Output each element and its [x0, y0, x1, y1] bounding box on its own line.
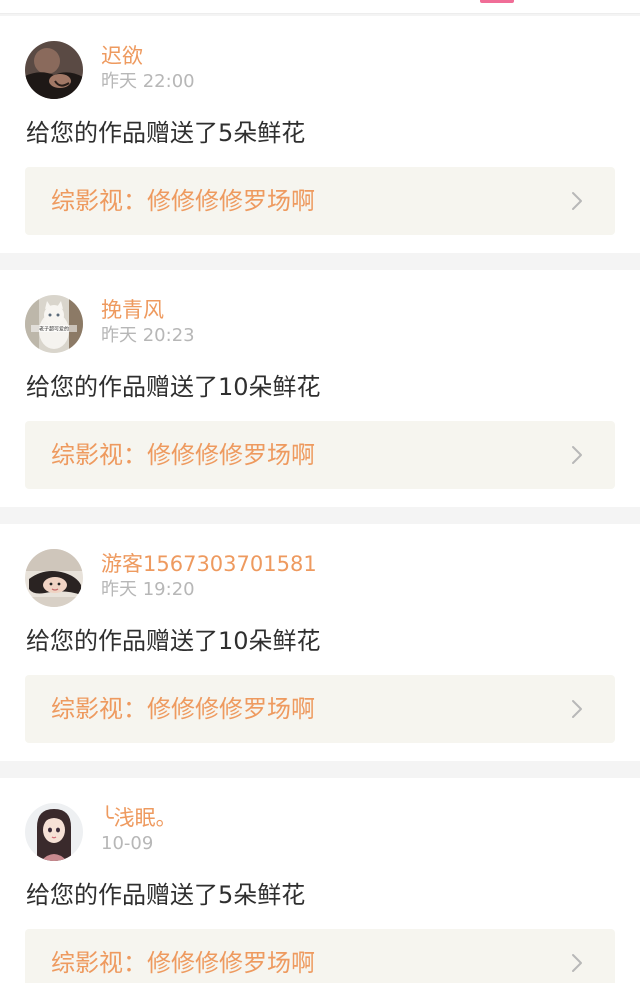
avatar-caption: 老子超可爱的	[39, 326, 69, 333]
work-title: 综影视：修修修修罗场啊	[51, 949, 315, 977]
notification-item: ╰浅眠。 10-09 给您的作品赠送了5朵鲜花 综影视：修修修修罗场啊	[0, 778, 640, 983]
work-title: 综影视：修修修修罗场啊	[51, 695, 315, 723]
avatar-girl-photo-icon	[25, 549, 83, 607]
chevron-right-icon	[567, 191, 587, 211]
avatar[interactable]: 老子超可爱的	[25, 295, 83, 353]
notification-page: 迟欲 昨天 22:00 给您的作品赠送了5朵鲜花 综影视：修修修修罗场啊 老子超…	[0, 0, 640, 983]
work-link-button[interactable]: 综影视：修修修修罗场啊	[25, 675, 615, 743]
notification-item: 游客1567303701581 昨天 19:20 给您的作品赠送了10朵鲜花 综…	[0, 524, 640, 761]
notification-item: 老子超可爱的 挽青风 昨天 20:23 给您的作品赠送了10朵鲜花 综影视：修修…	[0, 270, 640, 507]
gift-message: 给您的作品赠送了5朵鲜花	[26, 119, 306, 147]
username[interactable]: 挽青风	[101, 297, 164, 323]
active-tab-indicator	[480, 0, 514, 3]
avatar-anime-girl-icon	[25, 803, 83, 861]
work-link-button[interactable]: 综影视：修修修修罗场啊	[25, 929, 615, 983]
username[interactable]: 游客1567303701581	[101, 551, 317, 577]
timestamp: 昨天 20:23	[101, 325, 195, 346]
timestamp: 昨天 22:00	[101, 71, 195, 92]
avatar[interactable]	[25, 549, 83, 607]
gift-notification-list: 迟欲 昨天 22:00 给您的作品赠送了5朵鲜花 综影视：修修修修罗场啊 老子超…	[0, 16, 640, 983]
avatar[interactable]	[25, 41, 83, 99]
work-link-button[interactable]: 综影视：修修修修罗场啊	[25, 167, 615, 235]
work-link-button[interactable]: 综影视：修修修修罗场啊	[25, 421, 615, 489]
username[interactable]: 迟欲	[101, 43, 143, 69]
avatar-white-cat-icon: 老子超可爱的	[25, 295, 83, 353]
username[interactable]: ╰浅眠。	[101, 805, 177, 831]
avatar-dark-portrait-icon	[25, 41, 83, 99]
timestamp: 10-09	[101, 833, 154, 854]
gift-message: 给您的作品赠送了10朵鲜花	[26, 627, 321, 655]
avatar[interactable]	[25, 803, 83, 861]
chevron-right-icon	[567, 699, 587, 719]
work-title: 综影视：修修修修罗场啊	[51, 187, 315, 215]
top-tab-bar	[0, 0, 640, 14]
chevron-right-icon	[567, 445, 587, 465]
gift-message: 给您的作品赠送了5朵鲜花	[26, 881, 306, 909]
timestamp: 昨天 19:20	[101, 579, 195, 600]
notification-item: 迟欲 昨天 22:00 给您的作品赠送了5朵鲜花 综影视：修修修修罗场啊	[0, 16, 640, 253]
work-title: 综影视：修修修修罗场啊	[51, 441, 315, 469]
gift-message: 给您的作品赠送了10朵鲜花	[26, 373, 321, 401]
chevron-right-icon	[567, 953, 587, 973]
